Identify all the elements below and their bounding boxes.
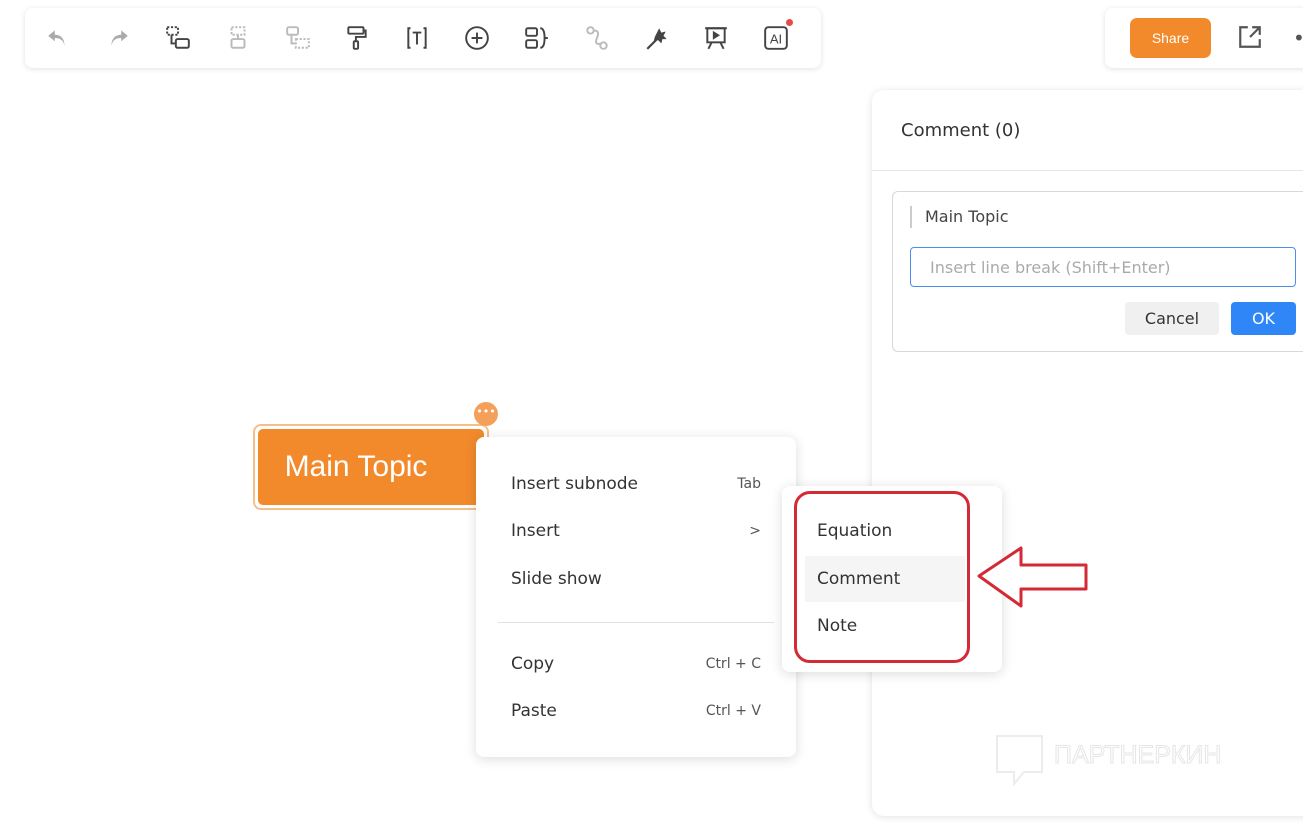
ai-icon: AI [764,26,789,50]
menu-item-copy[interactable]: Copy Ctrl + C [476,642,796,686]
open-external-icon[interactable] [1237,24,1263,50]
format-painter-button[interactable] [342,22,372,54]
relationship-icon [586,26,608,50]
insert-button[interactable] [462,22,492,54]
menu-item-insert-subnode[interactable]: Insert subnode Tab [476,462,796,506]
menu-item-label: Insert subnode [511,474,639,494]
menu-item-label: Slide show [511,569,602,589]
floating-topic-icon [285,26,310,49]
shortcut: Tab [737,476,761,492]
more-icon[interactable]: • [1293,26,1303,50]
watermark-logo: ПАРТНЕРКИН [996,735,1222,787]
sibling-topic-button[interactable] [223,22,253,54]
cancel-button[interactable]: Cancel [1125,302,1219,335]
comment-panel: Comment (0) Main Topic Cancel OK [872,90,1303,816]
comment-input[interactable] [910,247,1296,287]
comment-editor: Main Topic Cancel OK [892,191,1303,352]
notification-dot [786,19,794,26]
divider [872,170,1303,171]
subtopic-button[interactable] [163,22,193,54]
comment-topic: Main Topic [910,206,1009,228]
share-button[interactable]: Share [1130,18,1211,58]
presentation-button[interactable] [701,22,731,54]
presentation-icon [705,27,728,50]
main-topic-node[interactable]: Main Topic [253,424,489,510]
sibling-topic-icon [230,26,246,49]
format-painter-icon [347,26,368,50]
summary-icon [525,27,548,49]
menu-divider [498,622,774,623]
magic-icon [646,28,667,50]
annotation-highlight-box [794,491,970,663]
text-icon [407,27,427,49]
text-button[interactable] [402,22,432,54]
menu-item-label: Insert [511,521,560,541]
insert-icon [465,26,489,50]
summary-button[interactable] [522,22,552,54]
magic-button[interactable] [641,22,671,54]
undo-button[interactable] [43,22,73,54]
node-more-button[interactable]: ••• [474,402,498,426]
shortcut: Ctrl + C [705,656,761,672]
comment-panel-title: Comment (0) [901,120,1021,141]
ok-button[interactable]: OK [1231,302,1296,335]
menu-item-insert[interactable]: Insert > [476,509,796,553]
shortcut: Ctrl + V [705,703,761,719]
redo-icon [111,30,128,46]
context-menu: Insert subnode Tab Insert > Slide show Cop… [476,437,796,757]
svg-text:AI: AI [770,31,782,46]
main-topic-label: Main Topic [258,429,484,505]
annotation-arrow-icon [977,546,1088,608]
menu-item-slide-show[interactable]: Slide show [476,557,796,601]
menu-item-label: Paste [511,701,557,721]
subtopic-icon [166,26,190,49]
svg-text:ПАРТНЕРКИН: ПАРТНЕРКИН [1054,741,1221,769]
top-right-bar: Share • [1105,8,1303,68]
menu-item-label: Copy [511,654,555,674]
chevron-right-icon: > [749,523,761,539]
redo-button[interactable] [103,22,133,54]
floating-topic-button[interactable] [282,22,312,54]
ai-button[interactable]: AI [761,19,794,54]
relationship-button[interactable] [582,22,612,54]
undo-icon [48,30,65,46]
menu-item-paste[interactable]: Paste Ctrl + V [476,689,796,733]
toolbar: AI [25,8,821,68]
